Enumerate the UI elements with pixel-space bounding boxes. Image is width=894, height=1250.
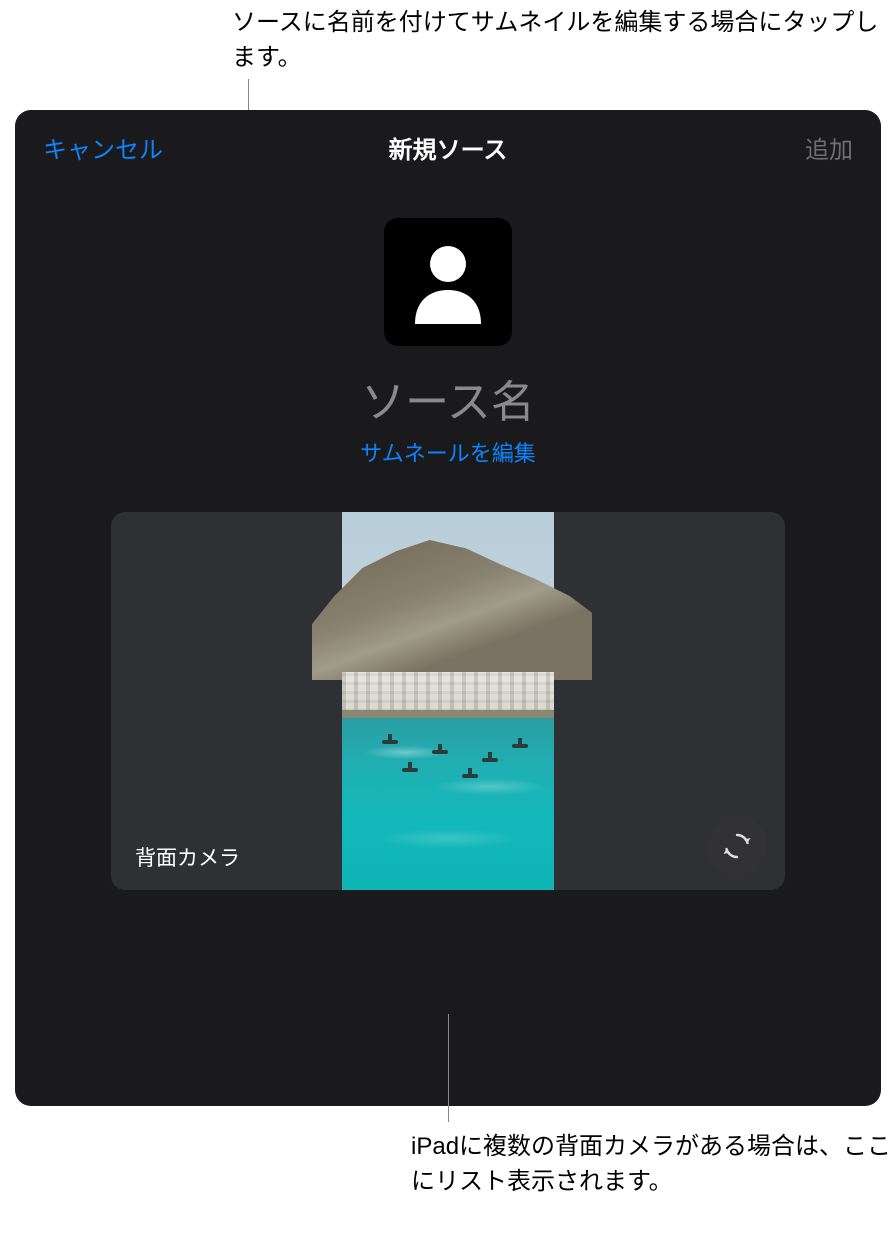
camera-flip-button[interactable] (707, 816, 767, 876)
callout-top: ソースに名前を付けてサムネイルを編集する場合にタップします。 (232, 6, 894, 76)
callout-leader-line-bottom (448, 1014, 449, 1122)
dialog-title: 新規ソース (389, 130, 508, 165)
thumbnail-tile[interactable] (384, 218, 512, 346)
person-silhouette-icon (409, 240, 487, 324)
camera-flip-icon (720, 829, 754, 863)
camera-label: 背面カメラ (135, 842, 240, 872)
source-name-field[interactable]: ソース名 (361, 366, 535, 430)
new-source-dialog: キャンセル 新規ソース 追加 ソース名 サムネールを編集 (15, 110, 881, 1106)
add-button[interactable]: 追加 (805, 130, 853, 165)
cancel-button[interactable]: キャンセル (43, 130, 163, 165)
edit-thumbnail-button[interactable]: サムネールを編集 (360, 436, 536, 468)
camera-preview-panel: 背面カメラ (111, 512, 785, 890)
camera-preview-image (342, 512, 554, 890)
callout-bottom: iPadに複数の背面カメラがある場合は、ここにリスト表示されます。 (411, 1130, 894, 1200)
navbar: キャンセル 新規ソース 追加 (15, 110, 881, 184)
thumbnail-area: ソース名 サムネールを編集 (15, 218, 881, 468)
